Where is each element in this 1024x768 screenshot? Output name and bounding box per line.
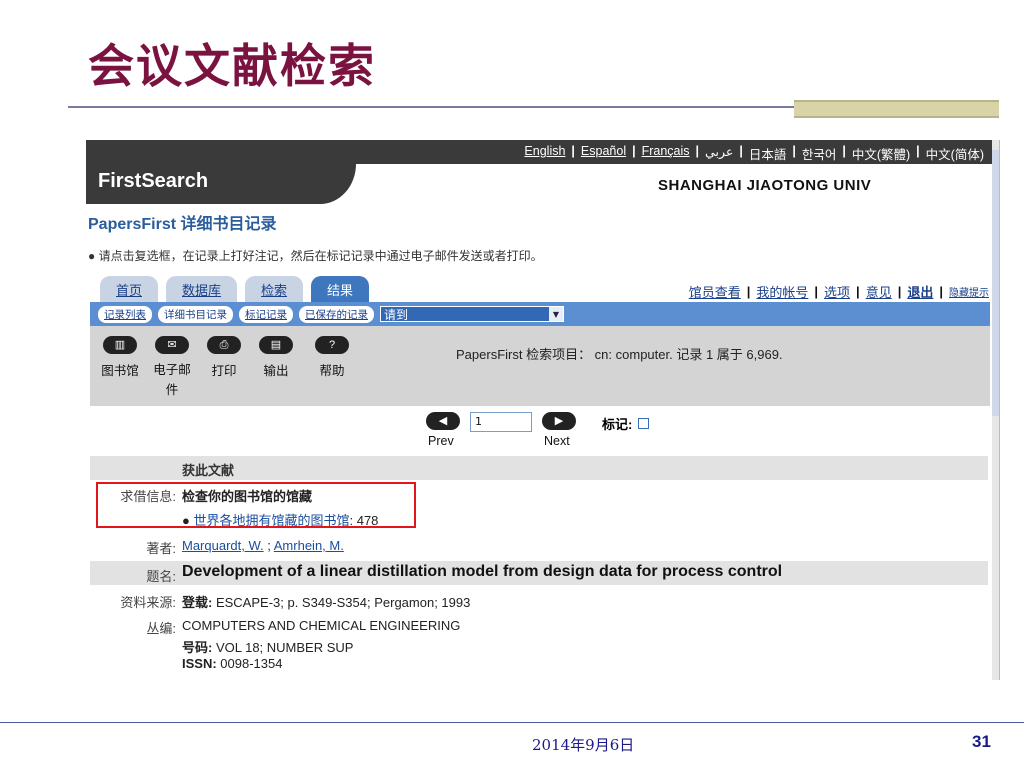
comments-link[interactable]: 意见 [866,282,892,301]
mark-record: 标记: [602,414,650,433]
issn-prefix: ISSN: [182,656,217,671]
title-row: 题名: Development of a linear distillation… [90,561,988,585]
library-label: 图书馆 [101,364,139,378]
mark-checkbox[interactable] [638,418,650,429]
help-button[interactable]: ? 帮助 [302,336,362,379]
mark-label: 标记: [602,417,633,432]
author-label: 著者: [146,541,176,556]
issue-prefix: 号码: [182,640,213,655]
hint-text: ● 请点击复选框，在记录上打好注记，然后在标记记录中通过电子邮件发送或者打印。 [88,249,543,263]
email-button[interactable]: ✉ 电子邮件 [142,336,202,400]
institution-name: SHANGHAI JIAOTONG UNIV [658,177,872,194]
lang-japanese[interactable]: 日本語 [743,144,793,163]
hide-tips-link[interactable]: 隐藏提示 [949,284,989,299]
issue-text: VOL 18; NUMBER SUP [212,640,354,655]
lang-arabic[interactable]: عربي [699,144,739,163]
scrollbar-thumb[interactable] [992,150,999,416]
series-label: 丛编: [146,621,176,636]
staff-view-link[interactable]: 馆员查看 [689,282,741,301]
export-label: 输出 [263,364,289,378]
series-value: COMPUTERS AND CHEMICAL ENGINEERING [182,618,461,633]
exit-link[interactable]: 退出 [907,282,933,301]
detail-record-button[interactable]: 详细书目记录 [158,305,233,323]
tab-database[interactable]: 数据库 [166,276,238,302]
export-icon: ▤ [259,336,293,354]
next-label[interactable]: Next [544,434,570,448]
source-row: 资料来源: 登载: ESCAPE-3; p. S349-S354; Pergam… [90,590,988,612]
firstsearch-logo: FirstSearch [98,170,209,192]
help-icon: ? [315,336,349,354]
get-doc-row: 获此文献 [90,456,988,480]
source-value: 登载: ESCAPE-3; p. S349-S354; Pergamon; 19… [182,592,470,611]
lang-spanish[interactable]: Español [575,144,632,163]
title-rule [68,106,796,108]
my-account-link[interactable]: 我的帐号 [756,282,808,301]
saved-records-button[interactable]: 已保存的记录 [299,305,374,323]
search-info: PapersFirst 检索项目： cn: computer. 记录 1 属于 … [456,347,783,362]
slide-page-number: 31 [972,732,991,751]
next-arrow-icon[interactable]: ▶ [542,412,576,430]
record-list-button[interactable]: 记录列表 [98,305,152,323]
prev-arrow-icon[interactable]: ◀ [426,412,460,430]
print-label: 打印 [211,364,237,378]
marked-records-button[interactable]: 标记记录 [239,305,293,323]
issn-text: 0098-1354 [216,656,283,671]
chevron-down-icon: ▼ [549,307,563,321]
export-button[interactable]: ▤ 输出 [246,336,306,379]
lang-english[interactable]: English [518,144,571,163]
library-button[interactable]: ▥ 图书馆 [90,336,150,379]
issn-value: ISSN: 0098-1354 [182,656,282,671]
tab-search[interactable]: 检索 [245,276,304,302]
record-toolbar: ▥ 图书馆 ✉ 电子邮件 ⎙ 打印 ▤ 输出 ? 帮助 PapersFirst 检索项目：… [90,326,990,406]
help-label: 帮助 [319,364,345,378]
email-icon: ✉ [155,336,189,354]
source-text: ESCAPE-3; p. S349-S354; Pergamon; 1993 [212,595,471,610]
prev-label[interactable]: Prev [428,434,454,448]
author-link[interactable]: Amrhein, M. [274,538,344,553]
print-button[interactable]: ⎙ 打印 [194,336,254,379]
print-icon: ⎙ [207,336,241,354]
language-links: English | Español | Français | عربي | 日本語 | 한… [518,144,990,163]
results-subnav: 记录列表 详细书目记录 标记记录 已保存的记录 请到 ▼ [90,302,990,326]
goto-select-value: 请到 [384,307,409,322]
lang-chinese-traditional[interactable]: 中文(繁體) [846,144,916,163]
footer-rule [0,722,1024,723]
main-tabs: 首页 数据库 检索 结果 [100,276,370,302]
title-accent-bar [794,100,999,118]
source-prefix: 登载: [182,595,213,610]
slide-title: 会议文献检索 [88,39,376,93]
screenshot-panel: FirstSearch English | Español | Français | … [86,140,1000,680]
lang-korean[interactable]: 한국어 [796,144,843,163]
email-label: 电子邮件 [153,363,191,397]
record-page-title: PapersFirst 详细书目记录 [88,216,277,233]
lang-french[interactable]: Français [636,144,696,163]
record-title: Development of a linear distillation mod… [182,563,783,580]
top-bar: FirstSearch English | Español | Français | … [86,140,999,204]
highlight-box [96,482,416,528]
series-row: 丛编: COMPUTERS AND CHEMICAL ENGINEERING 号… [90,616,988,674]
author-list: Marquardt, W. ; Amrhein, M. [182,538,344,553]
scrollbar[interactable] [992,140,999,680]
lang-chinese-simplified[interactable]: 中文(简体) [920,144,990,163]
author-link[interactable]: Marquardt, W. [182,538,264,553]
slide-date: 2014年9月6日 [532,736,635,754]
issue-value: 号码: VOL 18; NUMBER SUP [182,637,353,656]
goto-select[interactable]: 请到 ▼ [380,306,564,322]
tab-results[interactable]: 结果 [311,276,370,302]
page-number-input[interactable]: 1 [470,412,532,432]
tab-home[interactable]: 首页 [100,276,159,302]
get-doc-heading: 获此文献 [182,463,235,478]
account-links: 馆员查看 | 我的帐号 | 选项 | 意见 | 退出 | 隐藏提示 [688,282,989,301]
library-icon: ▥ [103,336,137,354]
source-label: 资料来源: [120,595,176,610]
title-label: 题名: [146,569,176,584]
options-link[interactable]: 选项 [824,282,850,301]
author-row: 著者: Marquardt, W. ; Amrhein, M. [90,536,988,558]
